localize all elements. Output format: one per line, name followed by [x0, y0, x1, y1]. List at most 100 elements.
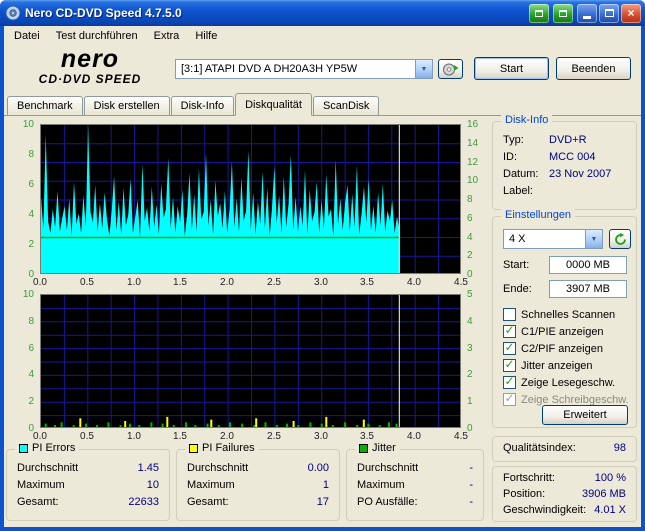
tab-diskqualitaet[interactable]: Diskqualität [235, 93, 312, 116]
menu-test-durchfuehren[interactable]: Test durchführen [48, 28, 146, 44]
jitter-stats-group: Jitter Durchschnitt - Maximum - PO Ausfäll… [346, 442, 484, 521]
checkbox-box: ✓ [503, 392, 516, 406]
titlebar-extra-button-2[interactable] [553, 3, 573, 23]
tabstrip: Benchmark Disk erstellen Disk-Info Diskq… [4, 92, 641, 116]
tab-disk-info[interactable]: Disk-Info [170, 96, 235, 115]
checkbox-c2-pif-anzeigen[interactable]: ✓ C2/PIF anzeigen [503, 341, 630, 356]
pi-failures-jitter-chart [40, 294, 461, 428]
progress-label: Fortschritt: [503, 472, 555, 484]
pi-errors-swatch-icon [19, 443, 28, 453]
checkbox-c1-pie-anzeigen[interactable]: ✓ C1/PIE anzeigen [503, 324, 630, 339]
start-button[interactable]: Start [474, 57, 549, 80]
pi-errors-chart-x-axis: 0.0 0.5 1.0 1.5 2.0 2.5 3.0 3.5 4.0 4.5 [33, 277, 468, 288]
checkbox-box [503, 308, 516, 321]
cddvd-speed-logo-text: CD·DVD SPEED [38, 72, 142, 86]
disk-info-value: DVD+R [549, 134, 587, 146]
position-value: 3906 MB [581, 488, 626, 500]
stat-value: 0.00 [307, 462, 329, 474]
pi-failures-chart-left-axis: 10 8 6 4 2 0 [22, 289, 34, 434]
titlebar-extra-button-1[interactable] [529, 3, 549, 23]
checkbox-zeige-lesegeschw[interactable]: ✓ Zeige Lesegeschw. [503, 375, 630, 390]
start-button-label: Start [499, 62, 524, 75]
maximize-button[interactable] [599, 3, 619, 23]
nero-logo: nero CD·DVD SPEED [10, 45, 170, 86]
disk-info-value: 23 Nov 2007 [549, 168, 612, 180]
advanced-button[interactable]: Erweitert [542, 405, 628, 425]
close-button[interactable]: × [621, 3, 641, 23]
check-icon: ✓ [504, 357, 515, 371]
stat-label: Maximum [357, 479, 405, 491]
stat-value: 17 [316, 496, 329, 508]
speed-select[interactable]: 4 X ▼ [503, 229, 603, 249]
start-field-label: Start: [503, 259, 530, 271]
pi-failures-stats-group: PI Failures Durchschnitt 0.00 Maximum 1 Ge… [176, 442, 340, 521]
pi-failures-legend: PI Failures [185, 442, 259, 454]
quality-tab-page: 10 8 6 4 2 0 16 14 12 10 8 6 4 2 0 0.0 0.5 1.0 1.5 2.0 2.5… [4, 114, 641, 527]
pi-errors-chart-left-axis: 10 8 6 4 2 0 [22, 119, 34, 280]
checkbox-label: C1/PIE anzeigen [521, 325, 604, 338]
start-field[interactable]: 0000 MB [549, 256, 627, 274]
drive-select-value: [3:1] ATAPI DVD A DH20A3H YP5W [181, 63, 358, 75]
end-field-label: Ende: [503, 283, 532, 295]
refresh-icon [614, 232, 626, 245]
menu-extra[interactable]: Extra [146, 28, 188, 44]
stat-value: 22633 [128, 496, 159, 508]
checkbox-label: C2/PIF anzeigen [521, 342, 603, 355]
quality-index-label: Qualitätsindex: [503, 442, 576, 454]
window-controls: × [529, 3, 641, 23]
refresh-speed-button[interactable] [609, 229, 631, 249]
quality-index-value: 98 [613, 442, 626, 454]
disk-info-label: Label: [503, 185, 533, 197]
menu-hilfe[interactable]: Hilfe [187, 28, 225, 44]
nero-logo-text: nero [60, 45, 120, 73]
disc-refresh-icon [443, 63, 459, 75]
jitter-legend-label: Jitter [372, 442, 396, 454]
menubar: Datei Test durchführen Extra Hilfe [4, 26, 641, 46]
checkbox-box: ✓ [503, 341, 516, 355]
stat-label: Maximum [17, 479, 65, 491]
drive-select[interactable]: [3:1] ATAPI DVD A DH20A3H YP5W ▼ [175, 59, 433, 79]
disk-info-label: Datum: [503, 168, 539, 180]
jitter-swatch-icon [359, 443, 368, 453]
stat-value: - [469, 479, 473, 491]
chevron-down-icon[interactable]: ▼ [585, 230, 602, 248]
chevron-down-icon[interactable]: ▼ [415, 60, 432, 78]
stat-label: Maximum [187, 479, 235, 491]
stat-value: - [469, 496, 473, 508]
checkbox-box: ✓ [503, 324, 516, 338]
quit-button-label: Beenden [571, 62, 616, 75]
disk-info-label: ID: [503, 151, 518, 163]
stat-label: Gesamt: [17, 496, 59, 508]
stat-value: 1.45 [137, 462, 159, 474]
jitter-legend: Jitter [355, 442, 400, 454]
end-field[interactable]: 3907 MB [549, 280, 627, 298]
speed-label: Geschwindigkeit: [503, 504, 587, 516]
tab-disk-erstellen[interactable]: Disk erstellen [83, 96, 170, 115]
titlebar[interactable]: Nero CD-DVD Speed 4.7.5.0 × [0, 0, 645, 26]
settings-group: Einstellungen 4 X ▼ Start: 0000 MB Ende:… [492, 209, 637, 428]
checkbox-schnelles-scannen[interactable]: Schnelles Scannen [503, 307, 630, 322]
app-icon [5, 5, 21, 21]
advanced-button-label: Erweitert [563, 409, 607, 421]
window-glyph-icon [535, 9, 543, 17]
disk-info-group: Disk-Info Typ: DVD+R ID: MCC 004 Datum: 23 … [492, 114, 637, 210]
quit-button[interactable]: Beenden [556, 57, 631, 80]
minimize-button[interactable] [577, 3, 597, 23]
close-icon: × [627, 6, 635, 20]
checkbox-box: ✓ [503, 357, 516, 372]
eject-disc-button[interactable] [438, 59, 463, 79]
checkbox-jitter-anzeigen[interactable]: ✓ Jitter anzeigen [503, 358, 630, 373]
tab-scandisk[interactable]: ScanDisk [312, 96, 380, 115]
speed-value: 4.01 X [594, 504, 626, 516]
speed-select-value: 4 X [509, 233, 526, 245]
tab-benchmark[interactable]: Benchmark [7, 96, 83, 115]
window-glyph-icon [559, 9, 567, 17]
position-label: Position: [503, 488, 546, 500]
menu-datei[interactable]: Datei [6, 28, 48, 44]
disk-info-value: MCC 004 [549, 151, 596, 163]
stat-label: Durchschnitt [187, 462, 249, 474]
checkbox-label: Zeige Lesegeschw. [521, 376, 616, 389]
app-window: Nero CD-DVD Speed 4.7.5.0 × Datei Test d… [0, 0, 645, 531]
stat-label: Durchschnitt [357, 462, 419, 474]
pi-errors-stats-group: PI Errors Durchschnitt 1.45 Maximum 10 Ges… [6, 442, 170, 521]
